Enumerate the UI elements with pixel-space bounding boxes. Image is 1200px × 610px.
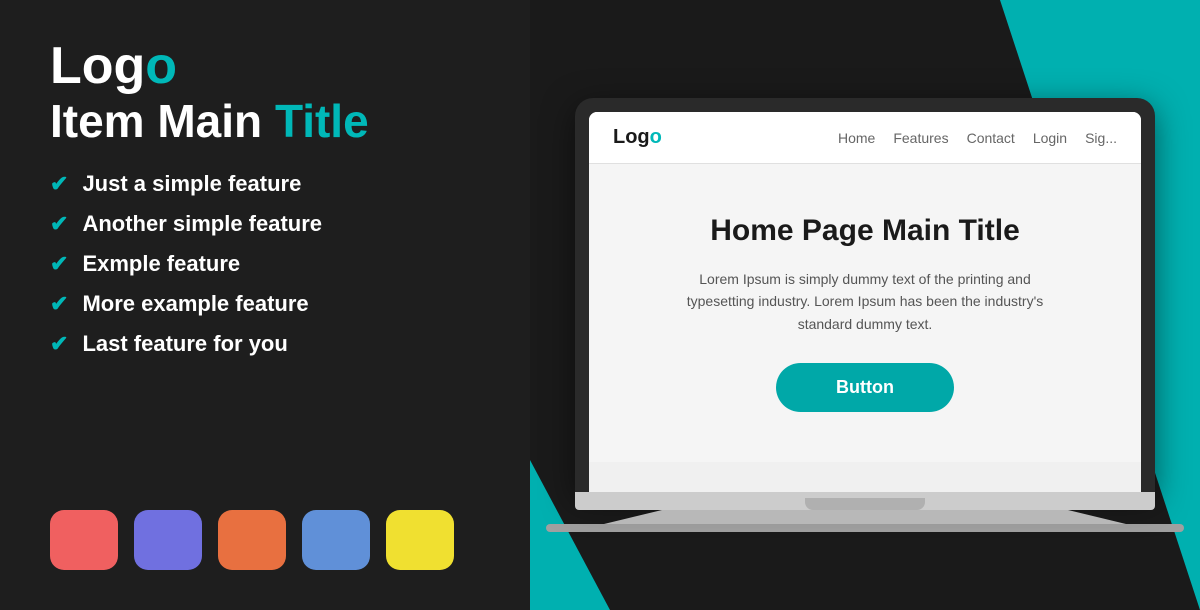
list-item: ✔ Last feature for you <box>50 331 480 357</box>
purple-swatch[interactable] <box>134 510 202 570</box>
list-item: ✔ Exmple feature <box>50 251 480 277</box>
main-title-white: Item Main <box>50 95 275 147</box>
laptop-foot <box>546 524 1184 532</box>
feature-label: Last feature for you <box>82 331 287 357</box>
laptop-stand <box>575 510 1155 524</box>
check-icon: ✔ <box>50 171 68 197</box>
nav-link-features[interactable]: Features <box>893 130 948 146</box>
blue-swatch[interactable] <box>302 510 370 570</box>
yellow-swatch[interactable] <box>386 510 454 570</box>
hero-button[interactable]: Button <box>776 363 954 412</box>
list-item: ✔ More example feature <box>50 291 480 317</box>
website-nav: Logo Home Features Contact Login Sig... <box>589 112 1141 164</box>
laptop-screen-outer: Logo Home Features Contact Login Sig... … <box>575 98 1155 492</box>
laptop-base <box>575 492 1155 510</box>
nav-link-signup[interactable]: Sig... <box>1085 130 1117 146</box>
feature-label: Just a simple feature <box>82 171 301 197</box>
check-icon: ✔ <box>50 331 68 357</box>
logo: Logo <box>50 40 480 92</box>
feature-label: More example feature <box>82 291 308 317</box>
check-icon: ✔ <box>50 291 68 317</box>
website-logo-teal: o <box>650 126 662 148</box>
orange-swatch[interactable] <box>218 510 286 570</box>
feature-label: Exmple feature <box>82 251 240 277</box>
nav-link-contact[interactable]: Contact <box>967 130 1015 146</box>
logo-teal: o <box>145 37 177 95</box>
color-swatches <box>50 510 480 570</box>
logo-white: Log <box>50 37 145 95</box>
red-swatch[interactable] <box>50 510 118 570</box>
website-logo: Logo <box>613 126 662 149</box>
website-logo-white: Log <box>613 126 650 148</box>
nav-link-login[interactable]: Login <box>1033 130 1067 146</box>
features-list: ✔ Just a simple feature ✔ Another simple… <box>50 171 480 357</box>
list-item: ✔ Another simple feature <box>50 211 480 237</box>
main-title: Item Main Title <box>50 96 480 147</box>
laptop-screen-inner: Logo Home Features Contact Login Sig... … <box>589 112 1141 492</box>
list-item: ✔ Just a simple feature <box>50 171 480 197</box>
laptop-mockup: Logo Home Features Contact Login Sig... … <box>575 98 1155 532</box>
nav-link-home[interactable]: Home <box>838 130 875 146</box>
check-icon: ✔ <box>50 251 68 277</box>
main-title-teal: Title <box>275 95 369 147</box>
left-panel: Logo Item Main Title ✔ Just a simple fea… <box>0 0 530 610</box>
check-icon: ✔ <box>50 211 68 237</box>
feature-label: Another simple feature <box>82 211 322 237</box>
hero-title: Home Page Main Title <box>629 214 1101 248</box>
hero-text: Lorem Ipsum is simply dummy text of the … <box>665 268 1065 335</box>
right-panel: Logo Home Features Contact Login Sig... … <box>530 0 1200 610</box>
website-nav-links: Home Features Contact Login Sig... <box>838 130 1117 146</box>
website-hero: Home Page Main Title Lorem Ipsum is simp… <box>589 164 1141 462</box>
